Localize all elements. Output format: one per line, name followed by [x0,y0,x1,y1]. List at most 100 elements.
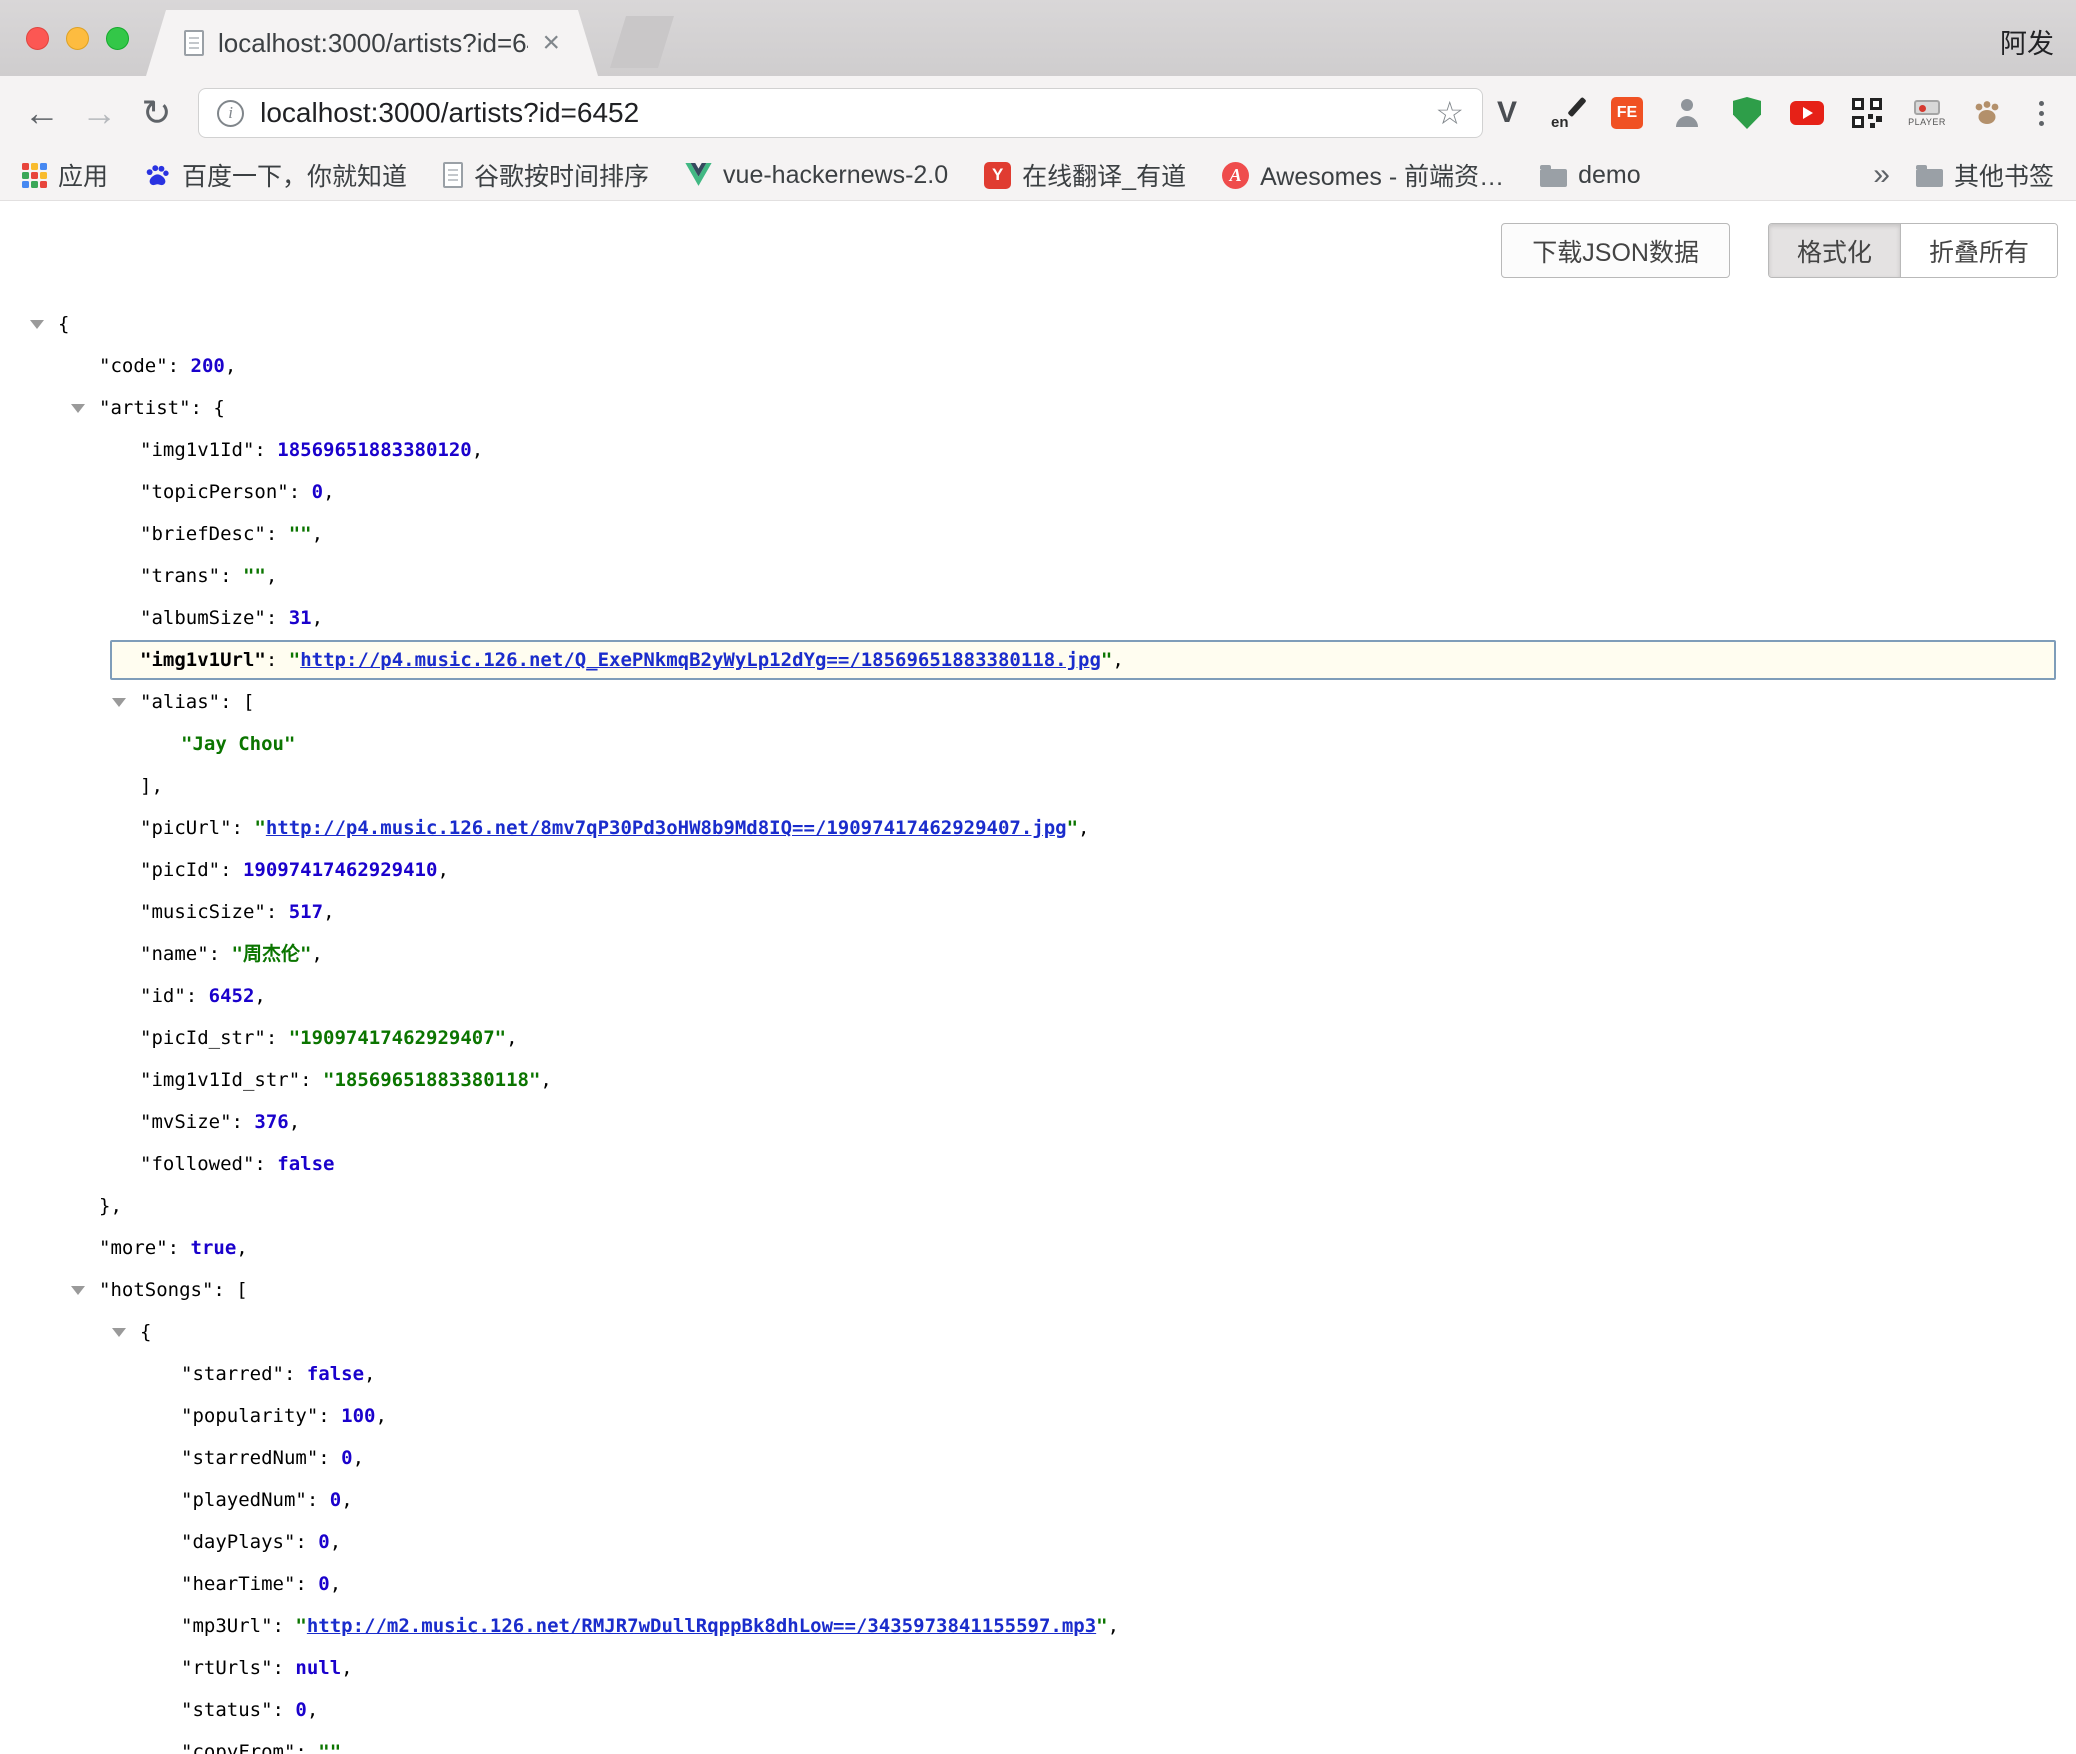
json-token-colon: : [318,1447,341,1469]
json-line: "topicPerson": 0, [0,471,2076,513]
fullscreen-window-button[interactable] [106,27,129,50]
json-line: "picId_str": "19097417462929407", [0,1017,2076,1059]
apps-grid-icon [22,163,47,188]
paw-icon [1972,98,2002,128]
collapse-toggle-icon[interactable] [71,1286,85,1295]
person-icon [1672,98,1702,128]
json-quote: " [1096,1615,1107,1637]
tab-close-icon[interactable]: × [542,26,560,60]
youtube-play-icon [1790,101,1824,125]
json-url-link[interactable]: http://p4.music.126.net/Q_ExePNkmqB2yWyL… [300,649,1101,671]
translate-extension-icon[interactable]: en [1549,95,1585,131]
json-url-link[interactable]: http://m2.music.126.net/RMJR7wDullRqppBk… [307,1615,1096,1637]
bookmark-youdao[interactable]: Y 在线翻译_有道 [984,157,1186,193]
json-quote: " [295,1615,306,1637]
json-token-punct: { [58,313,69,335]
back-button[interactable]: ← [16,87,67,139]
close-window-button[interactable] [26,27,49,50]
bookmark-label: 百度一下，你就知道 [182,157,407,193]
json-token-punct: , [330,1531,341,1553]
json-token-key: "picUrl" [140,817,232,839]
new-tab-button[interactable] [610,16,674,68]
bookmark-star-icon[interactable]: ☆ [1435,94,1464,132]
download-json-button[interactable]: 下载JSON数据 [1501,223,1730,278]
vimium-extension-icon[interactable]: V [1489,95,1525,131]
forward-button[interactable]: → [73,87,124,139]
json-token-colon: : [300,1069,323,1091]
json-token-colon: : [191,397,214,419]
minimize-window-button[interactable] [66,27,89,50]
site-info-icon[interactable]: i [217,100,244,127]
awesomes-icon: A [1222,162,1249,189]
youtube-extension-icon[interactable] [1789,95,1825,131]
profile-name[interactable]: 阿发 [2000,22,2054,61]
collapse-toggle-icon[interactable] [71,404,85,413]
baidu-paw-icon [144,162,171,189]
json-token-key: "id" [140,985,186,1007]
format-button[interactable]: 格式化 [1769,224,1900,277]
youdao-icon: Y [984,162,1011,189]
json-line: "more": true, [0,1227,2076,1269]
json-token-key: "artist" [99,397,191,419]
json-token-colon: : [289,481,312,503]
json-token-key: "starred" [181,1363,284,1385]
json-token-str: "周杰伦" [232,943,312,965]
json-token-key: "hearTime" [181,1573,295,1595]
bookmark-label: 谷歌按时间排序 [474,157,649,193]
collapse-toggle-icon[interactable] [30,320,44,329]
qrcode-extension-icon[interactable] [1849,95,1885,131]
json-token-bool: true [191,1237,237,1259]
bookmark-vue-hackernews[interactable]: vue-hackernews-2.0 [685,161,948,190]
bookmark-baidu[interactable]: 百度一下，你就知道 [144,157,407,193]
json-token-punct: { [140,1321,151,1343]
json-token-num: 0 [341,1447,352,1469]
shield-extension-icon[interactable] [1729,95,1765,131]
json-line: "popularity": 100, [0,1395,2076,1437]
profile-extension-icon[interactable] [1669,95,1705,131]
json-line: "copyFrom": "", [0,1731,2076,1754]
json-line: "hotSongs": [ [0,1269,2076,1311]
folder-icon [1540,169,1567,187]
json-token-key: "musicSize" [140,901,266,923]
collapse-all-button[interactable]: 折叠所有 [1900,224,2057,277]
bookmarks-overflow-icon[interactable]: » [1873,158,1890,192]
bookmark-awesomes[interactable]: A Awesomes - 前端资… [1222,157,1504,193]
browser-menu-icon[interactable] [2029,101,2054,126]
json-line: "img1v1Id": 18569651883380120, [0,429,2076,471]
player-extension-icon[interactable]: PLAYER [1909,95,1945,131]
other-bookmarks[interactable]: 其他书签 [1916,157,2054,193]
vimium-letter: V [1497,96,1517,130]
json-token-key: "rtUrls" [181,1657,273,1679]
address-bar[interactable]: i localhost:3000/artists?id=6452 ☆ [198,88,1483,138]
json-token-colon: : [232,817,255,839]
browser-tab[interactable]: localhost:3000/artists?id=645 × [146,10,598,76]
collapse-toggle-icon[interactable] [112,1328,126,1337]
json-token-colon: : [213,1279,236,1301]
json-token-punct: }, [99,1195,122,1217]
bookmark-google-sort[interactable]: 谷歌按时间排序 [443,157,649,193]
json-token-punct: { [213,397,224,419]
url-input[interactable]: localhost:3000/artists?id=6452 [260,97,1419,129]
json-token-num: 0 [295,1699,306,1721]
json-token-colon: : [295,1741,318,1754]
reload-button[interactable]: ↻ [131,87,182,139]
json-token-num: 0 [318,1531,329,1553]
json-tree: {"code": 200,"artist": {"img1v1Id": 1856… [0,201,2076,1754]
json-token-colon: : [266,649,289,671]
bookmark-apps[interactable]: 应用 [22,157,108,193]
fe-extension-icon[interactable]: FE [1609,95,1645,131]
json-url-link[interactable]: http://p4.music.126.net/8mv7qP30Pd3oHW8b… [266,817,1067,839]
pen-icon [1567,97,1586,117]
collapse-toggle-icon[interactable] [112,698,126,707]
json-token-colon: : [254,439,277,461]
json-token-key: "playedNum" [181,1489,307,1511]
json-token-key: "status" [181,1699,273,1721]
paw-extension-icon[interactable] [1969,95,2005,131]
json-token-punct: , [254,985,265,1007]
json-token-key: "popularity" [181,1405,318,1427]
json-line: ], [0,765,2076,807]
json-token-colon: : [220,859,243,881]
json-token-key: "briefDesc" [140,523,266,545]
json-token-punct: , [506,1027,517,1049]
bookmark-demo[interactable]: demo [1540,161,1641,190]
